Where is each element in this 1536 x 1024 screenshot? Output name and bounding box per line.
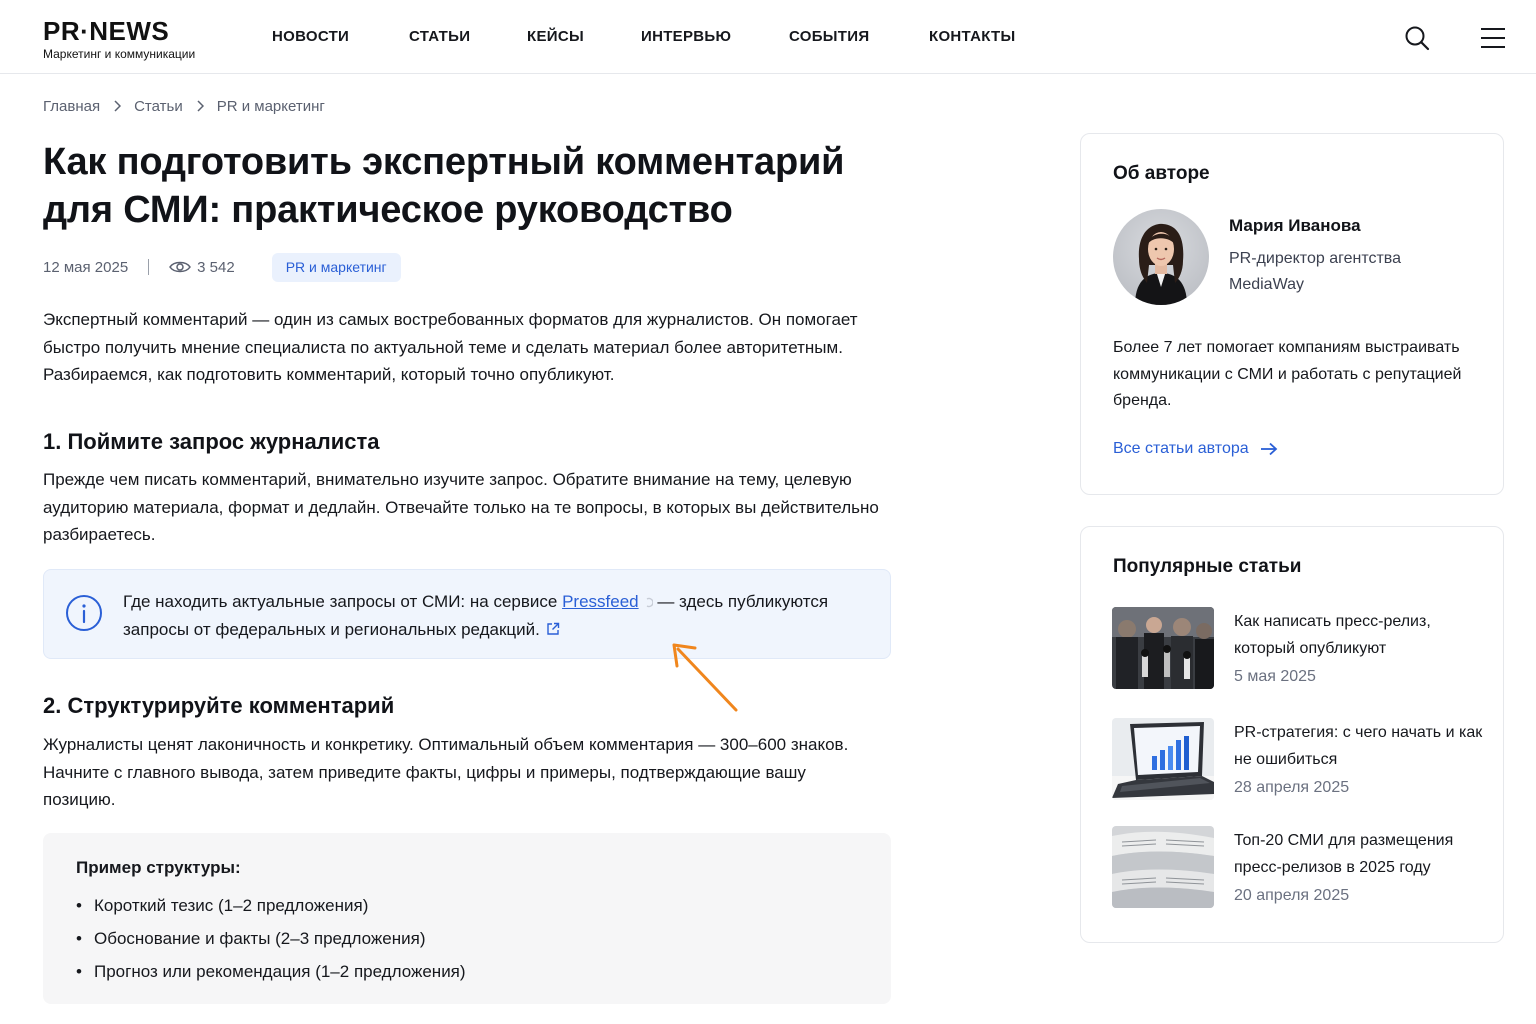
popular-article-item[interactable]: Топ-20 СМИ для размещения пресс-релизов … [1112,826,1482,908]
article-intro: Экспертный комментарий — один из самых в… [43,310,858,385]
list-item: • Обоснование и факты (2–3 предложения) [76,922,466,955]
info-callout: Где находить актуальные запросы от СМИ: … [43,569,891,659]
section-1-title: 1. Поймите запрос журналиста [43,429,380,454]
section-2-text: Журналисты ценят лаконичность и конкрети… [43,735,849,810]
chevron-right-icon [196,99,204,115]
all-author-articles-label: Все статьи автора [1113,440,1249,457]
pressfeed-link[interactable]: Pressfeed [562,592,639,611]
article-meta: 12 мая 2025 3 542 PR и маркетинг [43,252,401,282]
bullet-icon: • [76,896,82,915]
author-name[interactable]: Мария Иванова [1229,216,1361,236]
meta-divider [148,259,150,275]
logo-subtitle: Маркетинг и коммуникации [43,47,196,61]
category-tag[interactable]: PR и маркетинг [271,252,401,282]
author-role: PR-директор агентства MediaWay [1229,250,1402,293]
popular-articles-card: Популярные статьи Как написать пресс-рел… [1080,526,1504,943]
popular-article-date: 5 мая 2025 [1234,668,1316,685]
newspapers-thumbnail[interactable] [1112,826,1214,908]
eye-icon [169,261,192,273]
breadcrumb: Главная Статьи PR и маркетинг [43,98,325,115]
example-title: Пример структуры: [76,858,241,877]
search-icon[interactable] [1403,24,1431,52]
popular-article-item[interactable]: Как написать пресс-релиз, который опубли… [1112,607,1482,689]
article-date: 12 мая 2025 [43,258,129,276]
article-title: Как подготовить экспертный комментарий д… [43,141,845,231]
nav-item-cases[interactable]: КЕЙСЫ [527,27,584,47]
breadcrumb-category[interactable]: PR и маркетинг [217,98,325,115]
nav-item-events[interactable]: СОБЫТИЯ [789,27,869,47]
author-card-title: Об авторе [1113,163,1210,184]
press-conference-thumbnail[interactable] [1112,607,1214,689]
nav-item-interviews[interactable]: ИНТЕРВЬЮ [641,27,731,47]
info-callout-text: Где находить актуальные запросы от СМИ: … [123,588,863,644]
views-count: 3 542 [197,258,235,276]
breadcrumb-articles[interactable]: Статьи [134,98,183,115]
logo-title: PR·NEWS [43,16,170,46]
popular-card-title: Популярные статьи [1113,556,1302,577]
nav-item-articles[interactable]: СТАТЬИ [409,27,470,47]
author-bio: Более 7 лет помогает компаниям выстраива… [1113,339,1462,409]
example-list: • Короткий тезис (1–2 предложения) • Обосн… [76,889,466,988]
loading-cursor-icon [645,589,654,608]
laptop-chart-thumbnail[interactable] [1112,718,1214,800]
section-2-title: 2. Структурируйте комментарий [43,693,395,718]
section-1-text: Прежде чем писать комментарий, вниматель… [43,470,879,545]
nav-item-contacts[interactable]: КОНТАКТЫ [929,27,1015,47]
avatar[interactable] [1113,209,1209,305]
list-item-text: Прогноз или рекомендация (1–2 предложени… [94,962,466,981]
info-prefix: Где находить актуальные запросы от СМИ: … [123,592,563,611]
external-link-icon[interactable] [546,617,560,635]
bullet-icon: • [76,929,82,948]
popular-article-title[interactable]: Как написать пресс-релиз, который опубли… [1234,608,1484,662]
orange-arrow-annotation [672,643,738,712]
article-views: 3 542 [169,259,235,276]
all-author-articles-link[interactable]: Все статьи автора [1113,440,1279,458]
breadcrumb-home[interactable]: Главная [43,98,100,115]
info-icon [65,594,103,632]
site-logo[interactable]: PR·NEWS Маркетинг и коммуникации [43,18,195,61]
example-structure-box: Пример структуры: • Короткий тезис (1–2 п… [43,833,891,1004]
bullet-icon: • [76,962,82,981]
chevron-right-icon [113,99,122,115]
site-header: PR·NEWS Маркетинг и коммуникации НОВОСТИ… [0,0,1536,74]
popular-article-title[interactable]: Топ-20 СМИ для размещения пресс-релизов … [1234,827,1484,881]
author-card: Об авторе Мария Иванова PR-директор аген… [1080,133,1504,495]
popular-article-item[interactable]: PR-стратегия: с чего начать и как не оши… [1112,718,1482,800]
list-item-text: Обоснование и факты (2–3 предложения) [94,929,426,948]
popular-article-title[interactable]: PR-стратегия: с чего начать и как не оши… [1234,719,1484,773]
menu-icon[interactable] [1478,24,1508,52]
popular-article-date: 20 апреля 2025 [1234,887,1350,904]
list-item: • Короткий тезис (1–2 предложения) [76,889,466,922]
arrow-right-icon [1260,442,1277,456]
list-item-text: Короткий тезис (1–2 предложения) [94,896,369,915]
nav-item-news[interactable]: НОВОСТИ [272,27,349,47]
popular-article-date: 28 апреля 2025 [1234,779,1350,796]
list-item: • Прогноз или рекомендация (1–2 предложен… [76,955,466,988]
